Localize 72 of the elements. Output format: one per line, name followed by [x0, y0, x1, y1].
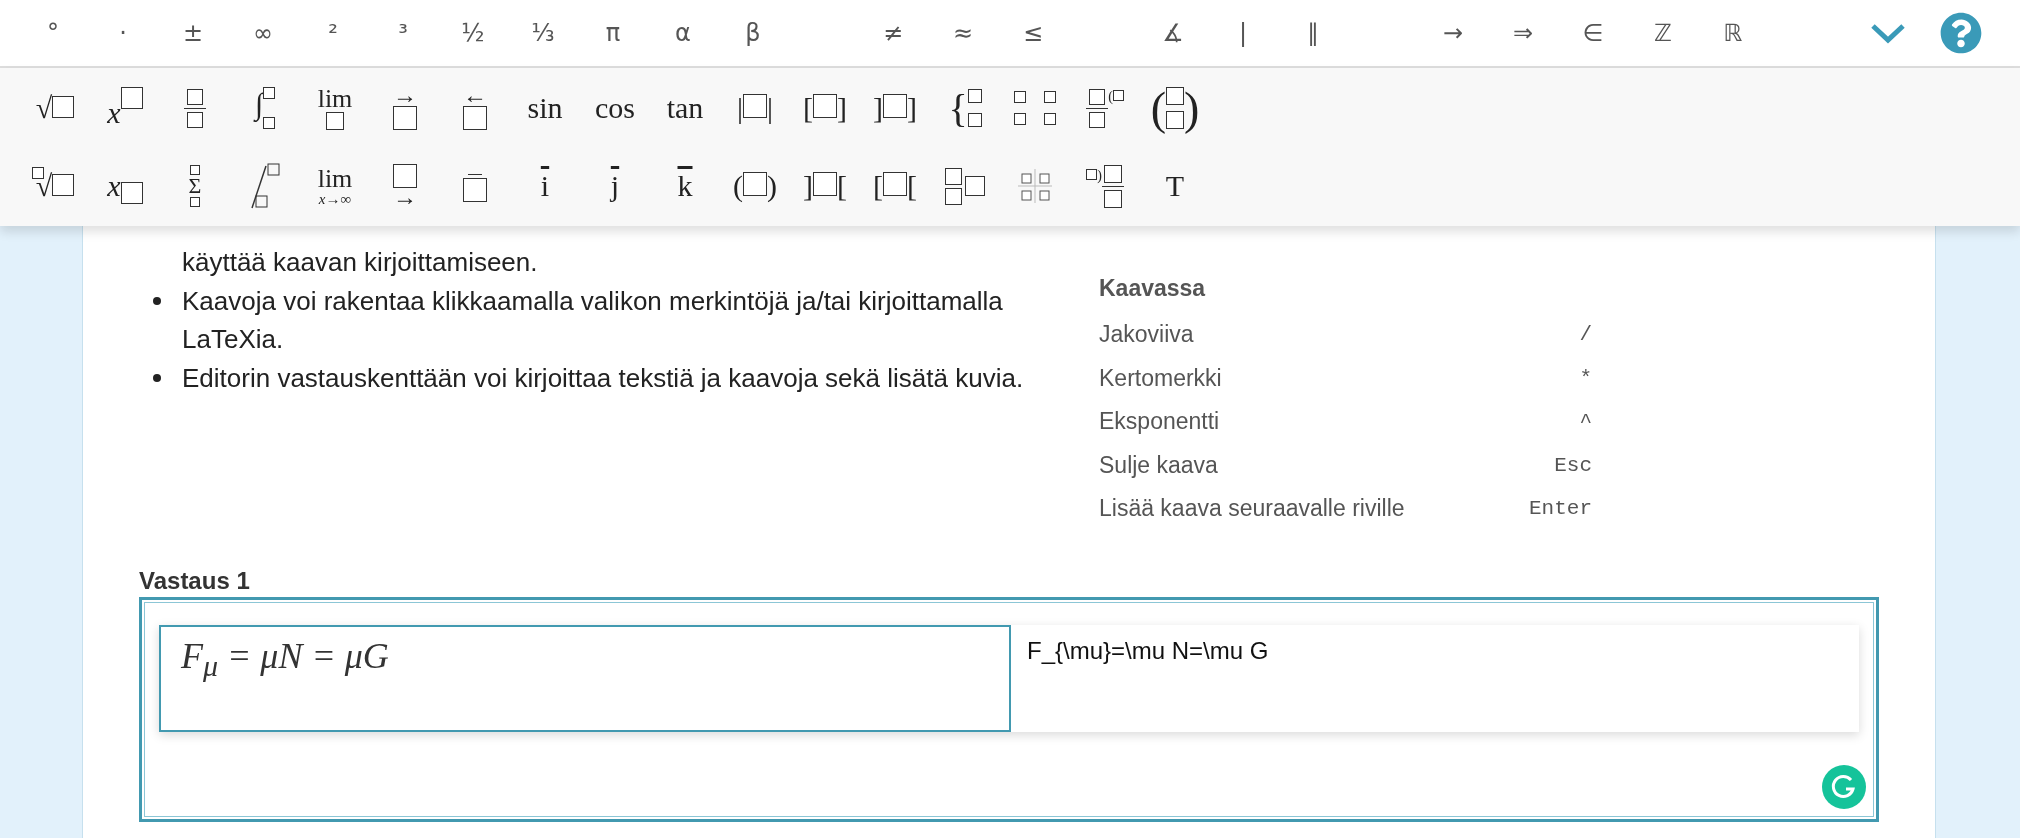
math-button[interactable]: [ [ — [860, 151, 930, 221]
formula-field[interactable]: F$_{μ}$ = μN = μG — [159, 624, 1011, 732]
symbol-button[interactable]: → — [1418, 8, 1488, 58]
symbol-button[interactable]: ℝ — [1698, 8, 1768, 58]
symbol-button[interactable]: ≤ — [998, 8, 1068, 58]
symbol-button[interactable]: · — [88, 8, 158, 58]
shortcut-label: Kertomerkki — [1099, 364, 1222, 392]
symbol-button[interactable]: ∞ — [228, 8, 298, 58]
math-button[interactable]: → — [370, 151, 440, 221]
help-icon[interactable] — [1940, 12, 1982, 54]
instruction-text: Editorin vastauskenttään voi kirjoittaa tekstiä ja kaavoja sekä lisätä kuvia. — [182, 361, 1025, 395]
symbol-button[interactable]: ⇒ — [1488, 8, 1558, 58]
math-button[interactable]: lim — [300, 73, 370, 143]
symbol-button[interactable]: ° — [18, 8, 88, 58]
symbol-button[interactable]: α — [648, 8, 718, 58]
symbol-button[interactable]: ∈ — [1558, 8, 1628, 58]
shortcut-label: Eksponentti — [1099, 408, 1220, 436]
math-button[interactable]: ( ) — [1140, 73, 1210, 143]
shortcut-heading: Kaavassa — [1099, 274, 1206, 302]
shortcut-label: Sulje kaava — [1099, 451, 1218, 479]
math-button[interactable]: → — [370, 73, 440, 143]
symbol-button[interactable]: β — [718, 8, 788, 58]
math-button[interactable]: ∫ — [230, 73, 300, 143]
shortcut-label: Jakoviiva — [1099, 321, 1194, 349]
math-button[interactable]: | | — [720, 73, 790, 143]
math-button[interactable]: Σ — [160, 151, 230, 221]
shortcut-key: / — [1579, 323, 1592, 347]
symbol-button[interactable]: π — [578, 8, 648, 58]
math-button[interactable]: ] ] — [860, 73, 930, 143]
symbol-button[interactable]: ⅓ — [508, 8, 578, 58]
symbol-button[interactable]: ≠ — [858, 8, 928, 58]
chevron-down-icon[interactable] — [1870, 21, 1906, 45]
shortcut-key: * — [1579, 366, 1592, 390]
shortcut-key: Esc — [1554, 453, 1592, 477]
math-button[interactable]: cos — [580, 73, 650, 143]
answer-box[interactable]: F$_{μ}$ = μN = μG F_{\mu}=\mu N=\mu G — [139, 596, 1879, 822]
math-button[interactable]: ( ) — [720, 151, 790, 221]
math-button[interactable]: ( — [1070, 73, 1140, 143]
math-button[interactable]: √ — [20, 151, 90, 221]
symbol-button[interactable]: ² — [298, 8, 368, 58]
evaluation-bar-icon — [248, 162, 282, 210]
math-button[interactable]: ) — [1070, 151, 1140, 221]
symbol-button[interactable]: ³ — [368, 8, 438, 58]
shortcut-key: Enter — [1529, 497, 1592, 521]
latex-field[interactable]: F_{\mu}=\mu N=\mu G — [1011, 624, 1285, 732]
instruction-text: käyttää kaavan kirjoittamiseen. — [182, 246, 539, 279]
symbol-button[interactable]: ℤ — [1628, 8, 1698, 58]
symbol-button[interactable]: | — [1208, 8, 1278, 58]
shortcut-label: Lisää kaava seuraavalle riville — [1099, 495, 1405, 523]
symbol-button[interactable]: ± — [158, 8, 228, 58]
answer-label: Vastaus 1 — [139, 565, 251, 596]
symbol-button[interactable]: ≈ — [928, 8, 998, 58]
instruction-text: Kaavoja voi rakentaa klikkaamalla valikon merkintöjä ja/tai kirjoittamalla LaTeXia. — [182, 284, 1004, 356]
math-button[interactable]: i — [510, 151, 580, 221]
math-button[interactable]: ] [ — [790, 151, 860, 221]
math-button[interactable]: j — [580, 151, 650, 221]
math-button[interactable]: k — [650, 151, 720, 221]
math-button[interactable]: √ — [20, 73, 90, 143]
math-button[interactable]: [ ] — [790, 73, 860, 143]
math-button[interactable]: tan — [650, 73, 720, 143]
grid-icon — [1018, 169, 1052, 203]
math-button[interactable]: x — [90, 73, 160, 143]
math-button[interactable]: lim x→∞ — [300, 151, 370, 221]
math-button[interactable]: x — [90, 151, 160, 221]
shortcut-key: ^ — [1579, 410, 1592, 434]
math-button[interactable]: { — [930, 73, 1000, 143]
symbol-button[interactable]: ∡ — [1138, 8, 1208, 58]
math-button[interactable]: T — [1140, 151, 1210, 221]
math-button[interactable]: ← — [440, 73, 510, 143]
symbol-button[interactable]: ∥ — [1278, 8, 1348, 58]
math-button[interactable]: sin — [510, 73, 580, 143]
symbol-button[interactable]: ½ — [438, 8, 508, 58]
